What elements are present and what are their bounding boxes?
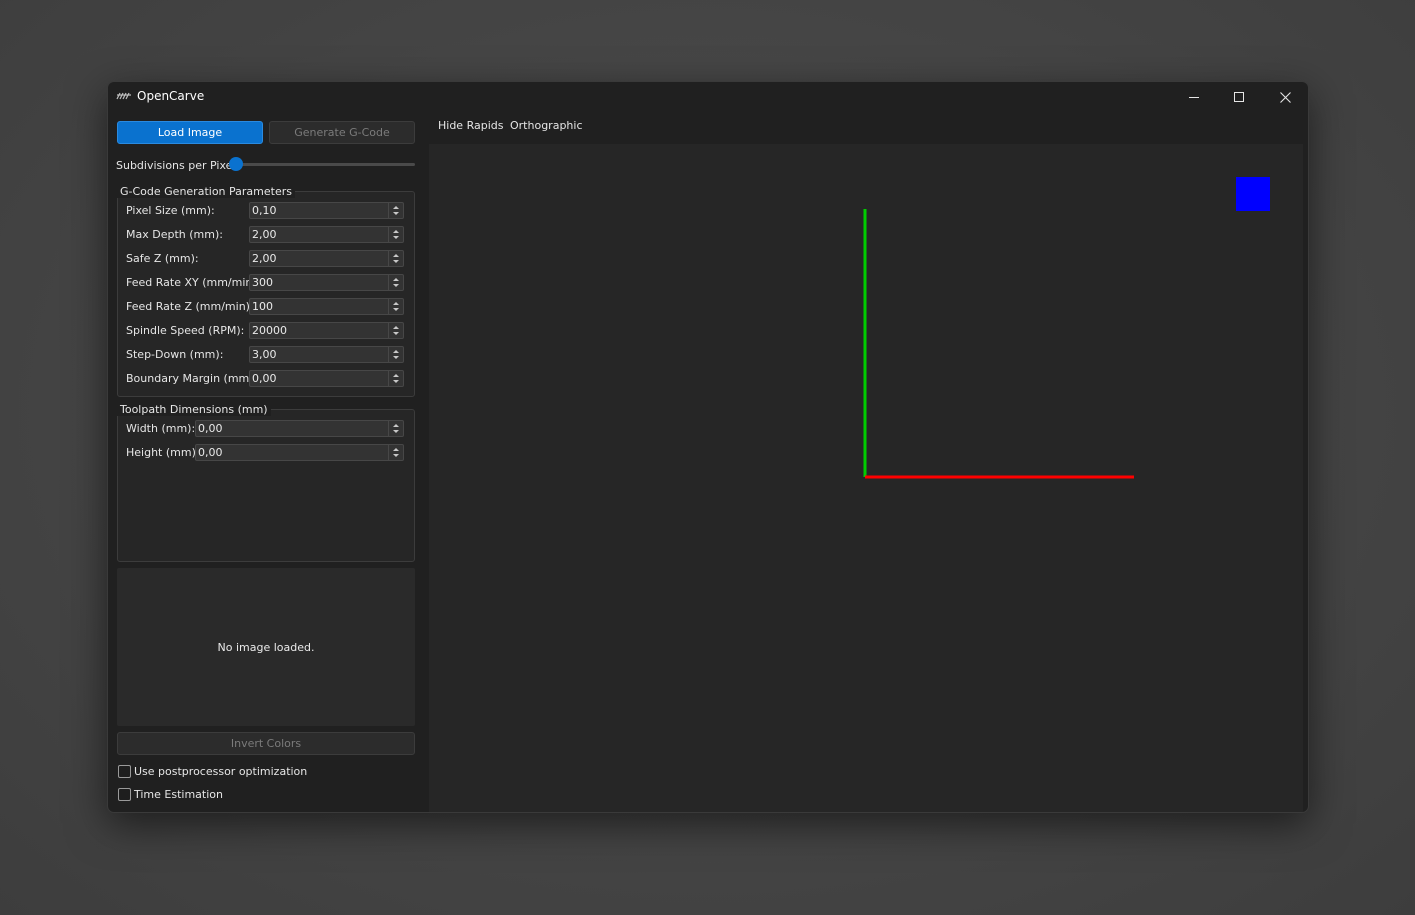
spindle-speed-spinbox[interactable]: 20000 — [249, 322, 404, 339]
height-label: Height (mm): — [126, 446, 200, 459]
spin-arrows-icon[interactable] — [388, 323, 403, 338]
image-preview: No image loaded. — [117, 568, 415, 726]
width-spinbox[interactable]: 0,00 — [195, 420, 404, 437]
step-down-spinbox[interactable]: 3,00 — [249, 346, 404, 363]
orthographic-button[interactable]: Orthographic — [510, 119, 583, 132]
app-window: OpenCarve Load Image Generate G-Code Sub… — [107, 81, 1309, 813]
postprocessor-label[interactable]: Use postprocessor optimization — [134, 765, 307, 778]
max-depth-spinbox[interactable]: 2,00 — [249, 226, 404, 243]
boundary-margin-value: 0,00 — [252, 372, 277, 385]
spin-arrows-icon[interactable] — [388, 421, 403, 436]
feed-rate-z-label: Feed Rate Z (mm/min): — [126, 300, 254, 313]
spindle-speed-label: Spindle Speed (RPM): — [126, 324, 245, 337]
minimize-icon — [1189, 97, 1199, 98]
height-spinbox[interactable]: 0,00 — [195, 444, 404, 461]
generate-gcode-button[interactable]: Generate G-Code — [269, 121, 415, 144]
max-depth-value: 2,00 — [252, 228, 277, 241]
pixel-size-spinbox[interactable]: 0,10 — [249, 202, 404, 219]
time-estimation-label[interactable]: Time Estimation — [134, 788, 223, 801]
safe-z-value: 2,00 — [252, 252, 277, 265]
3d-viewport[interactable] — [429, 144, 1303, 812]
window-title: OpenCarve — [137, 89, 205, 103]
z-axis-marker — [1236, 177, 1270, 211]
pixel-size-label: Pixel Size (mm): — [126, 204, 215, 217]
width-value: 0,00 — [198, 422, 223, 435]
spin-arrows-icon[interactable] — [388, 347, 403, 362]
safe-z-spinbox[interactable]: 2,00 — [249, 250, 404, 267]
maximize-icon — [1234, 92, 1244, 102]
feed-rate-xy-label: Feed Rate XY (mm/min): — [126, 276, 261, 289]
close-icon — [1279, 91, 1291, 103]
pixel-size-value: 0,10 — [252, 204, 277, 217]
height-value: 0,00 — [198, 446, 223, 459]
time-estimation-checkbox[interactable] — [118, 788, 131, 801]
gcode-parameters-group — [117, 191, 415, 397]
hide-rapids-button[interactable]: Hide Rapids — [438, 119, 503, 132]
boundary-margin-label: Boundary Margin (mm): — [126, 372, 258, 385]
minimize-button[interactable] — [1171, 82, 1217, 112]
invert-colors-button[interactable]: Invert Colors — [117, 732, 415, 755]
maximize-button[interactable] — [1216, 82, 1262, 112]
boundary-margin-spinbox[interactable]: 0,00 — [249, 370, 404, 387]
safe-z-label: Safe Z (mm): — [126, 252, 199, 265]
spin-arrows-icon[interactable] — [388, 371, 403, 386]
subdivisions-slider-track[interactable] — [229, 163, 415, 166]
step-down-label: Step-Down (mm): — [126, 348, 224, 361]
max-depth-label: Max Depth (mm): — [126, 228, 223, 241]
spin-arrows-icon[interactable] — [388, 275, 403, 290]
load-image-button[interactable]: Load Image — [117, 121, 263, 144]
step-down-value: 3,00 — [252, 348, 277, 361]
subdivisions-label: Subdivisions per Pixel: — [116, 159, 240, 172]
feed-rate-z-spinbox[interactable]: 100 — [249, 298, 404, 315]
spin-arrows-icon[interactable] — [388, 251, 403, 266]
close-button[interactable] — [1262, 82, 1308, 112]
width-label: Width (mm): — [126, 422, 196, 435]
spin-arrows-icon[interactable] — [388, 203, 403, 218]
postprocessor-checkbox[interactable] — [118, 765, 131, 778]
feed-rate-xy-value: 300 — [252, 276, 273, 289]
feed-rate-z-value: 100 — [252, 300, 273, 313]
gcode-parameters-title: G-Code Generation Parameters — [117, 185, 295, 198]
title-bar[interactable]: OpenCarve — [108, 82, 1308, 112]
spin-arrows-icon[interactable] — [388, 445, 403, 460]
spin-arrows-icon[interactable] — [388, 227, 403, 242]
toolpath-dimensions-title: Toolpath Dimensions (mm) — [117, 403, 271, 416]
spindle-speed-value: 20000 — [252, 324, 287, 337]
no-image-text: No image loaded. — [217, 641, 315, 654]
subdivisions-slider-handle[interactable] — [229, 157, 243, 171]
spin-arrows-icon[interactable] — [388, 299, 403, 314]
axis-gizmo — [863, 177, 1270, 479]
opencarve-logo-icon — [116, 92, 131, 100]
feed-rate-xy-spinbox[interactable]: 300 — [249, 274, 404, 291]
